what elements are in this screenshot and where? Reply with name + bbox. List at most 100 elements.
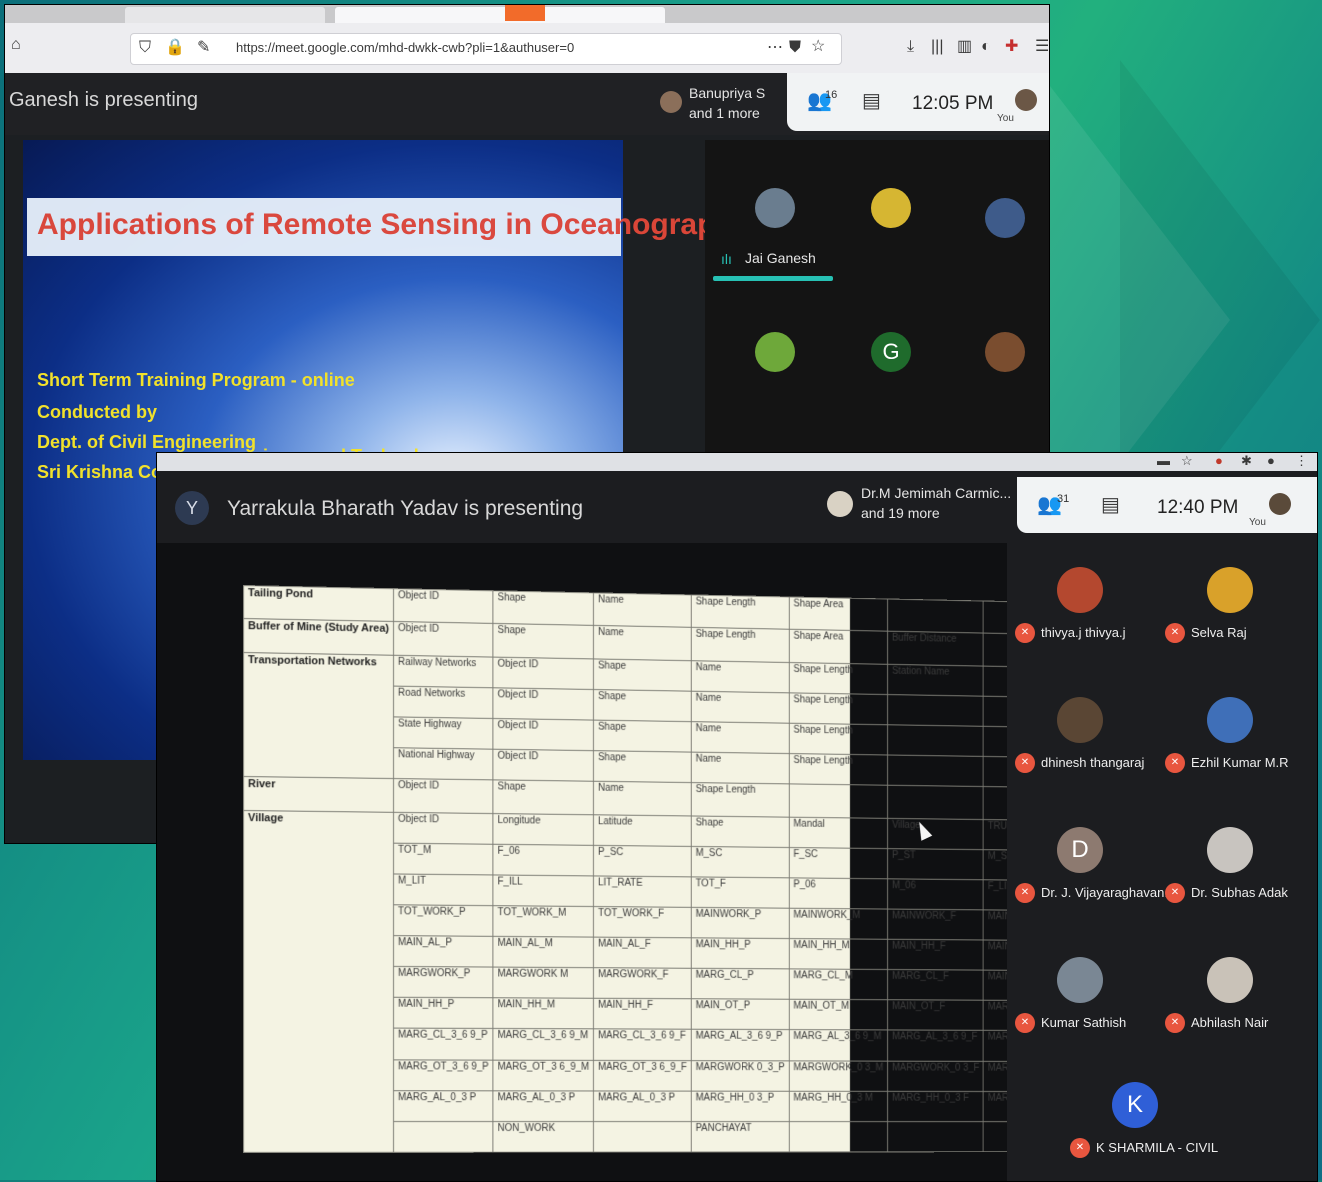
table-cell: Object ID [394,589,494,624]
shared-screen: Tailing Pond Object ID Shape Name Shape Leng… [157,543,1007,1181]
table-cell: Shape Length [789,723,888,755]
table-cell: Object ID [493,749,593,781]
table-cell: MAIN_AL_P [394,936,494,968]
table-cell: M_06 [888,879,984,910]
mic-off-icon: ✕ [1015,623,1035,643]
self-avatar[interactable] [1269,493,1291,515]
profile-icon[interactable]: ● [1267,454,1275,467]
table-cell: Shape Length [789,693,888,725]
participant-avatar[interactable] [755,332,795,372]
participant-tile[interactable]: D ✕ Dr. J. Vijayaraghavan. [1007,813,1152,933]
table-cell: MARG_OT_3 6_9_F [594,1060,692,1091]
sidebar-icon[interactable]: ▥ [957,39,972,55]
table-cell: MAIN_HH_M [493,998,593,1029]
menu-icon[interactable]: ☰ [1035,39,1049,55]
table-cell: Shape [594,751,692,783]
menu-icon[interactable]: ⋮ [1295,454,1308,467]
clock: 12:05 PM [912,93,993,115]
presenters-info[interactable]: Banupriya S and 1 more [689,83,765,123]
table-cell: Object ID [493,718,593,750]
you-label: You [1249,517,1266,528]
extension-icon[interactable]: ◐ [981,39,991,55]
lock-icon[interactable]: 🔒 [165,40,185,56]
participant-avatar-letter[interactable]: G [871,332,911,372]
table-cell: Mandal [789,817,888,849]
browser-tab-active[interactable] [335,7,665,23]
slide-line-4: Sri Krishna Coll [37,462,172,483]
extension-icon[interactable]: ▬ [1157,454,1170,467]
table-cell: F_06 [493,844,593,876]
table-cell: NON_WORK [493,1121,593,1152]
table-cell: MAIN_AL_F [594,937,692,968]
participant-avatar[interactable] [871,188,911,228]
table-cell: MARG_CL_3_6 9_F [594,1029,692,1060]
presenter-avatar [827,491,853,517]
more-icon[interactable]: ⋯ [767,40,783,56]
chat-icon[interactable]: ▤ [862,91,881,111]
participant-avatar-letter: D [1057,827,1103,873]
home-icon[interactable]: ⌂ [11,37,21,53]
table-cell: Shape Length [691,628,789,663]
participant-tile[interactable]: ✕ thivya.j thivya.j [1007,553,1152,673]
permissions-icon[interactable]: ✎ [197,40,210,56]
presenters-line1: Banupriya S [689,83,765,103]
table-cell: TOT_WORK_P [394,905,494,937]
table-cell: TOT_WORK_F [594,906,692,937]
table-cell: Shape [594,659,692,691]
mic-off-icon: ✕ [1015,883,1035,903]
participant-tile[interactable]: ✕ Abhilash Nair [1157,943,1302,1063]
table-cell: Shape Length [691,595,789,630]
table-cell: Shape Length [789,662,888,694]
table-cell: MARGWORK_0 3_F [888,1061,984,1091]
table-cell: MARG_AL_0_3 P [493,1090,593,1121]
chat-icon[interactable]: ▤ [1101,495,1120,515]
table-cell: MARGWORK M [493,967,593,998]
participant-avatar[interactable] [755,188,795,228]
addon-icon[interactable]: ✚ [1005,39,1018,55]
table-cell: TOT_WORK_M [493,906,593,938]
participant-avatar[interactable] [985,332,1025,372]
participant-tile[interactable]: ✕ dhinesh thangaraj [1007,683,1152,803]
participant-name: dhinesh thangaraj [1041,755,1144,770]
participant-tile[interactable]: ✕ Kumar Sathish [1007,943,1152,1063]
library-icon[interactable]: ||| [931,39,943,55]
table-cell: MARG_AL_0_3 P [394,1090,494,1121]
participant-tile[interactable]: ✕ Selva Raj [1157,553,1302,673]
self-avatar[interactable] [1015,89,1037,111]
bookmark-star-icon[interactable]: ☆ [811,39,825,55]
presenters-info-2[interactable]: Dr.M Jemimah Carmic... and 19 more [861,483,1011,523]
table-cell: Name [594,781,692,815]
mic-off-icon: ✕ [1015,753,1035,773]
table-cell: MAIN_HH_P [394,998,494,1029]
shield-icon[interactable]: ⛉ [139,40,151,56]
meet-header: Ganesh is presenting Banupriya S and 1 m… [5,73,1049,135]
mic-off-icon: ✕ [1165,753,1185,773]
participant-avatar[interactable] [985,198,1025,238]
participant-avatar [1207,697,1253,743]
addon-icon[interactable]: ● [1215,454,1223,467]
browser-tab[interactable] [125,7,325,23]
bookmark-star-icon[interactable]: ☆ [1181,454,1193,467]
pocket-icon[interactable]: ⛊ [789,40,801,56]
table-cell: MAIN_AL_M [493,936,593,967]
slide-line-1: Short Term Training Program - online [37,370,355,391]
slide-line-2: Conducted by [37,402,157,423]
table-group-cell: River [243,777,393,812]
meet-controls-bar-2: 👥 31 ▤ 12:40 PM You [1017,477,1317,533]
table-cell: Object ID [394,779,494,813]
table-cell: Shape Length [789,754,888,786]
address-bar[interactable]: ⛉ 🔒 ✎ https://meet.google.com/mhd-dwkk-c… [130,33,842,65]
table-cell: MARG_CL_M [789,969,888,1000]
table-cell: MAIN_HH_F [594,999,692,1030]
tab-recording-indicator [505,5,545,21]
participant-tile[interactable]: K ✕ K SHARMILA - CIVIL [1062,1068,1207,1182]
url-text[interactable]: https://meet.google.com/mhd-dwkk-cwb?pli… [236,40,574,55]
participant-tile[interactable]: ✕ Dr. Subhas Adak [1157,813,1302,933]
participant-name: thivya.j thivya.j [1041,625,1126,640]
browser-tab-strip [5,5,1049,23]
participant-tile[interactable]: ✕ Ezhil Kumar M.R [1157,683,1302,803]
mic-off-icon: ✕ [1165,623,1185,643]
puzzle-icon[interactable]: ✱ [1241,454,1252,467]
participant-grid-1: ılı Jai Ganesh G [705,140,1049,460]
download-icon[interactable]: ⤓ [907,39,914,55]
